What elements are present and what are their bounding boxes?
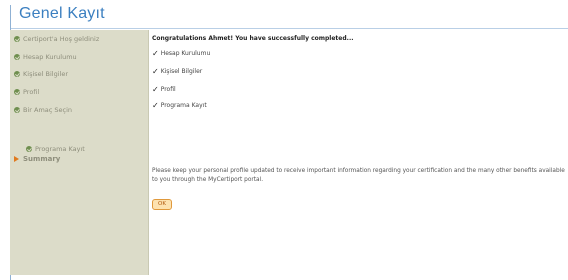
sidebar-item-label: Kişisel Bilgiler [23, 70, 68, 78]
completed-item-label: Hesap Kurulumu [160, 50, 211, 57]
check-circle-icon [14, 89, 20, 95]
sidebar-item-label: Programa Kayıt [35, 145, 85, 153]
completed-item: ✓ Kişisel Bilgiler [152, 67, 202, 76]
check-circle-icon [14, 71, 20, 77]
page-title: Genel Kayıt [19, 5, 105, 22]
sidebar-item-program-registration[interactable]: Programa Kayıt [26, 145, 85, 153]
ok-button[interactable]: OK [152, 199, 172, 210]
current-step-arrow-icon [14, 156, 19, 162]
checkmark-icon: ✓ [152, 67, 159, 76]
completion-heading: Congratulations Ahmet! You have successf… [152, 35, 354, 42]
check-circle-icon [14, 36, 20, 42]
check-circle-icon [26, 146, 32, 152]
completed-item-label: Programa Kayıt [160, 102, 207, 109]
completed-item: ✓ Programa Kayıt [152, 101, 207, 110]
sidebar-item-label: Bir Amaç Seçin [23, 106, 73, 114]
sidebar-item-label: Profil [23, 88, 40, 96]
title-divider [11, 28, 568, 29]
completed-item: ✓ Hesap Kurulumu [152, 49, 210, 58]
profile-reminder-text: Please keep your personal profile update… [152, 168, 565, 183]
sidebar-item-summary[interactable]: Summary [14, 155, 60, 163]
sidebar-item-welcome[interactable]: Certiport'a Hoş geldiniz [14, 35, 99, 43]
completed-item-label: Profil [160, 86, 176, 93]
sidebar-item-label: Certiport'a Hoş geldiniz [23, 35, 100, 43]
sidebar-item-label: Summary [23, 155, 61, 163]
sidebar-item-choose-goal[interactable]: Bir Amaç Seçin [14, 106, 72, 114]
sidebar-item-account-setup[interactable]: Hesap Kurulumu [14, 53, 77, 61]
completed-item: ✓ Profil [152, 85, 176, 94]
completed-item-label: Kişisel Bilgiler [160, 68, 203, 75]
check-circle-icon [14, 107, 20, 113]
checkmark-icon: ✓ [152, 85, 159, 94]
sidebar-item-profile[interactable]: Profil [14, 88, 39, 96]
sidebar: Certiport'a Hoş geldiniz Hesap Kurulumu … [10, 30, 149, 275]
check-circle-icon [14, 54, 20, 60]
sidebar-item-label: Hesap Kurulumu [23, 53, 77, 61]
checkmark-icon: ✓ [152, 49, 159, 58]
sidebar-item-personal-info[interactable]: Kişisel Bilgiler [14, 70, 68, 78]
checkmark-icon: ✓ [152, 101, 159, 110]
